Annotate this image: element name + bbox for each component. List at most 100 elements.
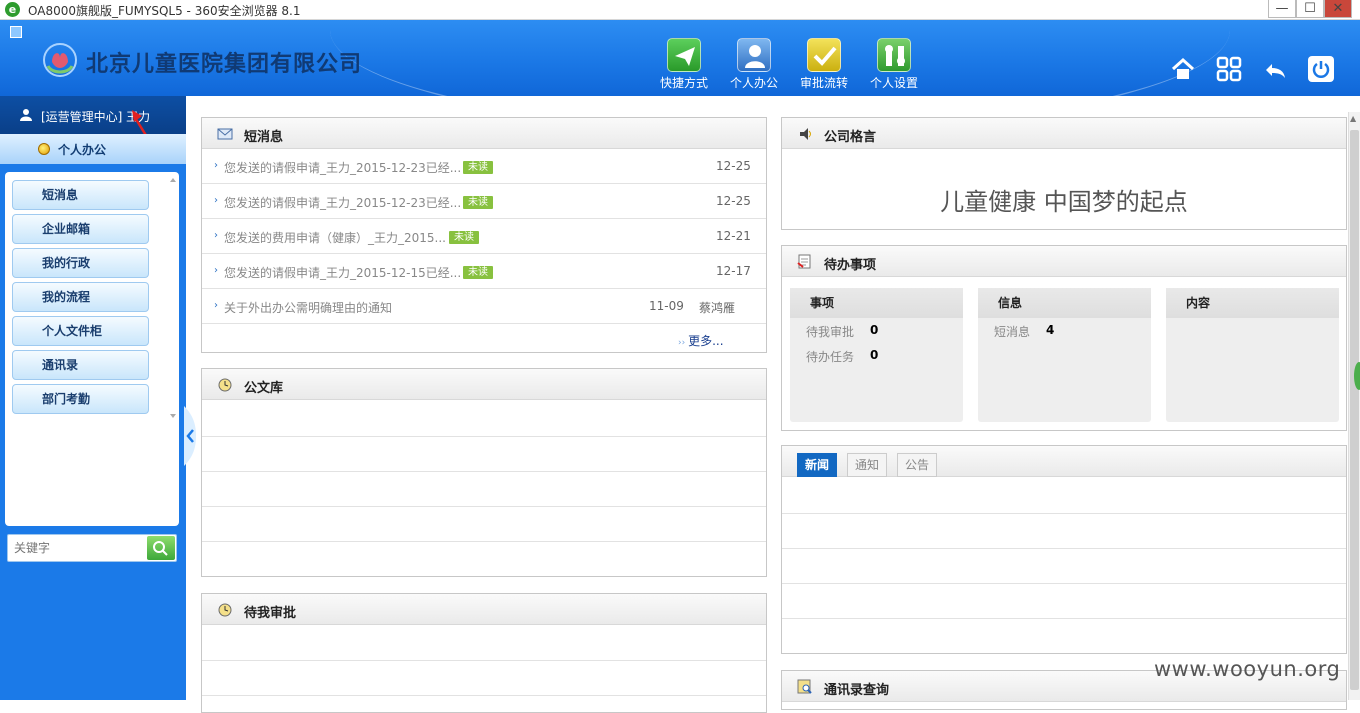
todo-card-items: 事项 待我审批 0 待办任务 0 bbox=[790, 288, 963, 422]
menu-item-workflow[interactable]: 我的流程 bbox=[12, 282, 149, 312]
maximize-button[interactable]: ☐ bbox=[1296, 0, 1324, 18]
scrollbar-thumb[interactable] bbox=[1350, 130, 1359, 690]
keyword-input[interactable] bbox=[10, 537, 146, 559]
tab-notice[interactable]: 通知 bbox=[847, 453, 888, 477]
close-button[interactable]: ✕ bbox=[1324, 0, 1352, 18]
row-divider bbox=[782, 548, 1346, 549]
messages-panel: 短消息 › 您发送的请假申请_王力_2015-12-23已经... 未读 12-… bbox=[201, 117, 767, 353]
library-panel-header: 公文库 bbox=[202, 369, 766, 400]
bullet-icon: › bbox=[214, 300, 218, 311]
search-button[interactable] bbox=[147, 536, 175, 560]
motto-panel: 公司格言 儿童健康 中国梦的起点 bbox=[781, 117, 1347, 230]
row-divider bbox=[202, 471, 766, 472]
clock-icon bbox=[218, 378, 232, 392]
unread-badge: 未读 bbox=[449, 231, 479, 244]
floating-widget-icon[interactable] bbox=[1354, 362, 1360, 390]
messages-panel-header: 短消息 bbox=[202, 118, 766, 149]
bullet-icon: › bbox=[214, 195, 218, 206]
tab-news[interactable]: 新闻 bbox=[797, 453, 838, 477]
panel-title: 短消息 bbox=[244, 130, 284, 145]
user-icon bbox=[20, 109, 32, 121]
todo-label[interactable]: 待办任务 bbox=[806, 348, 854, 365]
chevron-left-icon bbox=[184, 406, 196, 466]
message-subject[interactable]: 您发送的请假申请_王力_2015-12-23已经... bbox=[224, 159, 461, 176]
news-panel: 新闻 通知 公告 bbox=[781, 445, 1347, 654]
menu-item-file-cabinet[interactable]: 个人文件柜 bbox=[12, 316, 149, 346]
user-bar[interactable]: [运营管理中心] 王力 bbox=[0, 96, 186, 159]
bullet-icon: › bbox=[214, 265, 218, 276]
power-icon[interactable] bbox=[1308, 56, 1334, 82]
library-panel: 公文库 bbox=[201, 368, 767, 577]
notice-subject[interactable]: 关于外出办公需明确理由的通知 bbox=[224, 299, 392, 316]
nav-label: 审批流转 bbox=[799, 76, 848, 90]
message-subject[interactable]: 您发送的请假申请_王力_2015-12-15已经... bbox=[224, 264, 461, 281]
message-date: 12-25 bbox=[716, 194, 751, 208]
row-divider bbox=[202, 541, 766, 542]
message-subject[interactable]: 您发送的费用申请（健康）_王力_2015... bbox=[224, 229, 446, 246]
nav-shortcut-button[interactable]: 快捷方式 bbox=[652, 38, 716, 92]
keyword-search bbox=[7, 534, 177, 562]
message-row[interactable]: › 您发送的费用申请（健康）_王力_2015... 未读 12-21 bbox=[202, 219, 766, 254]
window-title-bar: e OA8000旗舰版_FUMYSQL5 - 360安全浏览器 8.1 — ☐ … bbox=[0, 0, 1360, 20]
address-book-search-icon bbox=[797, 679, 812, 694]
message-row[interactable]: › 您发送的请假申请_王力_2015-12-15已经... 未读 12-17 bbox=[202, 254, 766, 289]
panel-title: 待我审批 bbox=[244, 606, 297, 621]
pending-approval-panel-header: 待我审批 bbox=[202, 594, 766, 625]
nav-label: 快捷方式 bbox=[659, 76, 708, 90]
menu-item-mailbox[interactable]: 企业邮箱 bbox=[12, 214, 149, 244]
todo-label[interactable]: 短消息 bbox=[994, 323, 1030, 340]
unread-badge: 未读 bbox=[463, 161, 493, 174]
section-tab-personal-office[interactable]: 个人办公 bbox=[0, 134, 186, 164]
nav-personal-settings-button[interactable]: 个人设置 bbox=[862, 38, 926, 92]
card-header: 内容 bbox=[1166, 288, 1339, 318]
clock-icon bbox=[218, 603, 232, 617]
home-icon[interactable] bbox=[1170, 56, 1196, 82]
row-divider bbox=[202, 436, 766, 437]
bullet-icon: › bbox=[214, 230, 218, 241]
left-sidebar: [运营管理中心] 王力 个人办公 短消息 企业邮箱 我的行政 我的流程 个人文件… bbox=[0, 96, 186, 700]
minimize-button[interactable]: — bbox=[1268, 0, 1296, 18]
nav-label: 个人设置 bbox=[869, 76, 918, 90]
row-divider bbox=[202, 695, 766, 696]
row-divider bbox=[782, 583, 1346, 584]
orb-icon bbox=[38, 143, 50, 155]
todo-card-info: 信息 短消息 4 bbox=[978, 288, 1151, 422]
notice-row[interactable]: › 关于外出办公需明确理由的通知 11-09 蔡鸿雁 bbox=[202, 289, 766, 324]
window-title: OA8000旗舰版_FUMYSQL5 - 360安全浏览器 8.1 bbox=[28, 4, 301, 18]
app-header: 北京儿童医院集团有限公司 快捷方式 个人办公 审批流转 个人设置 bbox=[0, 20, 1360, 96]
todo-panel-header: 待办事项 bbox=[782, 246, 1346, 277]
message-date: 12-21 bbox=[716, 229, 751, 243]
pending-approval-panel: 待我审批 bbox=[201, 593, 767, 713]
menu-item-admin[interactable]: 我的行政 bbox=[12, 248, 149, 278]
todo-label[interactable]: 待我审批 bbox=[806, 323, 854, 340]
nav-approval-button[interactable]: 审批流转 bbox=[792, 38, 856, 92]
nav-label: 个人办公 bbox=[729, 76, 778, 90]
card-header: 信息 bbox=[978, 288, 1151, 318]
menu-item-messages[interactable]: 短消息 bbox=[12, 180, 149, 210]
menu-item-contacts[interactable]: 通讯录 bbox=[12, 350, 149, 380]
page-scrollbar[interactable]: ▲ bbox=[1348, 112, 1360, 700]
message-row[interactable]: › 您发送的请假申请_王力_2015-12-23已经... 未读 12-25 bbox=[202, 184, 766, 219]
menu-item-attendance[interactable]: 部门考勤 bbox=[12, 384, 149, 414]
row-divider bbox=[782, 513, 1346, 514]
apps-grid-icon[interactable] bbox=[1216, 56, 1242, 82]
notice-date: 11-09 bbox=[649, 299, 684, 313]
menu-scrollbar[interactable] bbox=[169, 176, 177, 422]
checkmark-icon bbox=[807, 38, 841, 72]
undo-icon[interactable] bbox=[1262, 56, 1288, 82]
sidebar-collapse-handle[interactable] bbox=[184, 406, 198, 466]
card-header: 事项 bbox=[790, 288, 963, 318]
message-subject[interactable]: 您发送的请假申请_王力_2015-12-23已经... bbox=[224, 194, 461, 211]
tools-icon bbox=[877, 38, 911, 72]
watermark: www.wooyun.org bbox=[1154, 657, 1341, 681]
more-link[interactable]: ›› 更多... bbox=[678, 332, 724, 349]
envelope-icon bbox=[217, 128, 233, 140]
unread-badge: 未读 bbox=[463, 196, 493, 209]
scroll-up-icon[interactable]: ▲ bbox=[1350, 114, 1356, 123]
bullet-icon: › bbox=[214, 160, 218, 171]
todo-value: 0 bbox=[870, 323, 879, 337]
tab-announcement[interactable]: 公告 bbox=[897, 453, 938, 477]
speaker-icon bbox=[800, 128, 811, 140]
nav-personal-office-button[interactable]: 个人办公 bbox=[722, 38, 786, 92]
message-row[interactable]: › 您发送的请假申请_王力_2015-12-23已经... 未读 12-25 bbox=[202, 149, 766, 184]
